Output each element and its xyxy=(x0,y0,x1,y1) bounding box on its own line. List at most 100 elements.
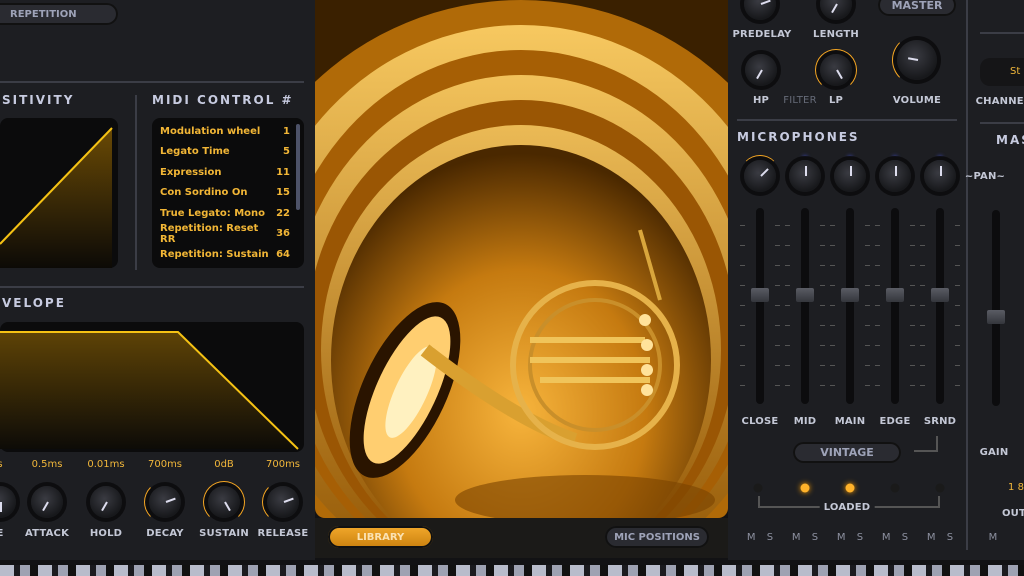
mic-pan-knob[interactable] xyxy=(744,160,776,192)
envelope-knob[interactable] xyxy=(149,486,181,518)
midi-cc: 11 xyxy=(276,166,290,178)
fader-tick xyxy=(910,345,915,346)
output-label: OUT xyxy=(1001,508,1024,519)
fader-tick xyxy=(820,365,825,366)
fader-tick xyxy=(865,365,870,366)
envelope-knob[interactable] xyxy=(31,486,63,518)
fader-tick xyxy=(910,385,915,386)
mute-solo-buttons[interactable]: M S xyxy=(927,532,957,543)
mic-loaded-led xyxy=(753,483,763,493)
srnd-bracket xyxy=(914,436,938,452)
right-panel xyxy=(728,0,1024,560)
fader-tick xyxy=(865,285,870,286)
fader-tick xyxy=(775,385,780,386)
midi-item[interactable]: Legato Time 5 xyxy=(160,142,290,163)
envelope-knob-label: ATTACK xyxy=(24,528,70,539)
envelope-knob[interactable] xyxy=(90,486,122,518)
fader-tick xyxy=(920,365,925,366)
microphones-header: MICROPHONES xyxy=(737,130,860,144)
midi-control-list[interactable]: Modulation wheel 1 Legato Time 5 Expressio… xyxy=(152,118,304,268)
midi-item[interactable]: True Legato: Mono 22 xyxy=(160,203,290,224)
envelope-knob[interactable] xyxy=(0,486,16,518)
midi-label: Legato Time xyxy=(160,146,230,158)
midi-item[interactable]: Repetition: Reset RR 36 xyxy=(160,223,290,245)
envelope-value: 0dB xyxy=(214,459,234,470)
mic-label: CLOSE xyxy=(741,416,779,427)
fader-tick xyxy=(955,345,960,346)
midi-label: Expression xyxy=(160,166,222,178)
master-button[interactable]: MASTER xyxy=(878,0,956,16)
fader-tick xyxy=(955,245,960,246)
mic-pan-knob[interactable] xyxy=(924,160,956,192)
envelope-graph[interactable] xyxy=(0,322,304,452)
mic-fader[interactable] xyxy=(886,208,904,404)
mic-fader[interactable] xyxy=(841,208,859,404)
envelope-knob-label: HOLD xyxy=(89,528,123,539)
mute-solo-buttons[interactable]: M S xyxy=(792,532,822,543)
midi-cc: 5 xyxy=(283,146,290,158)
mute-solo-buttons[interactable]: M S xyxy=(747,532,777,543)
mic-fader[interactable] xyxy=(796,208,814,404)
fader-tick xyxy=(920,265,925,266)
scrollbar[interactable] xyxy=(296,124,300,210)
sensitivity-curve[interactable] xyxy=(0,118,118,268)
gain-fader[interactable] xyxy=(987,210,1005,406)
mic-fader[interactable] xyxy=(751,208,769,404)
divider xyxy=(0,81,304,83)
hp-label: HP xyxy=(752,95,770,106)
fader-tick xyxy=(875,345,880,346)
midi-control-header: MIDI CONTROL # xyxy=(152,93,294,107)
fader-tick xyxy=(775,285,780,286)
mic-pan-knob[interactable] xyxy=(879,160,911,192)
fader-tick xyxy=(740,305,745,306)
fader-tick xyxy=(785,365,790,366)
fader-tick xyxy=(865,385,870,386)
fader-tick xyxy=(830,285,835,286)
fader-tick xyxy=(875,305,880,306)
envelope-header: VELOPE xyxy=(2,296,66,310)
fader-tick xyxy=(865,225,870,226)
pan-label: ~PAN~ xyxy=(964,171,1006,182)
mic-pan-knob[interactable] xyxy=(789,160,821,192)
fader-tick xyxy=(920,325,925,326)
fader-tick xyxy=(865,265,870,266)
mic-fader[interactable] xyxy=(931,208,949,404)
velocity-sensitivity-header: SITIVITY xyxy=(2,93,75,107)
mic-positions-button[interactable]: MIC POSITIONS xyxy=(605,526,709,548)
midi-item[interactable]: Expression 11 xyxy=(160,162,290,183)
vintage-button[interactable]: VINTAGE xyxy=(793,442,901,463)
fader-tick xyxy=(875,385,880,386)
fader-tick xyxy=(920,285,925,286)
fader-tick xyxy=(740,325,745,326)
envelope-knob[interactable] xyxy=(267,486,299,518)
midi-item[interactable]: Repetition: Sustain 64 xyxy=(160,244,290,265)
envelope-value: 0.01ms xyxy=(87,459,125,470)
master-mute-button[interactable]: M xyxy=(989,532,1002,543)
mic-label: MID xyxy=(793,416,817,427)
fader-tick xyxy=(830,325,835,326)
hp-knob[interactable] xyxy=(745,54,777,86)
repetition-button[interactable]: REPETITION xyxy=(0,3,118,25)
fader-tick xyxy=(875,325,880,326)
midi-item[interactable]: Con Sordino On 15 xyxy=(160,183,290,204)
mic-loaded-led xyxy=(935,483,945,493)
mute-solo-buttons[interactable]: M S xyxy=(882,532,912,543)
mute-solo-buttons[interactable]: M S xyxy=(837,532,867,543)
library-button[interactable]: LIBRARY xyxy=(328,526,433,548)
fader-tick xyxy=(955,225,960,226)
channel-select[interactable]: St xyxy=(980,58,1024,86)
fader-tick xyxy=(740,345,745,346)
fader-tick xyxy=(910,225,915,226)
envelope-knob[interactable] xyxy=(208,486,240,518)
fader-tick xyxy=(740,285,745,286)
keyboard-strip[interactable] xyxy=(0,565,1024,576)
fader-tick xyxy=(820,265,825,266)
midi-item[interactable]: Modulation wheel 1 xyxy=(160,121,290,142)
lp-knob[interactable] xyxy=(820,54,852,86)
fader-tick xyxy=(865,325,870,326)
left-panel: REPETITION SITIVITY MIDI CONTROL # Modul… xyxy=(0,0,315,560)
filter-label: FILTER xyxy=(783,95,817,106)
fader-tick xyxy=(775,345,780,346)
mic-pan-knob[interactable] xyxy=(834,160,866,192)
volume-knob[interactable] xyxy=(897,40,937,80)
